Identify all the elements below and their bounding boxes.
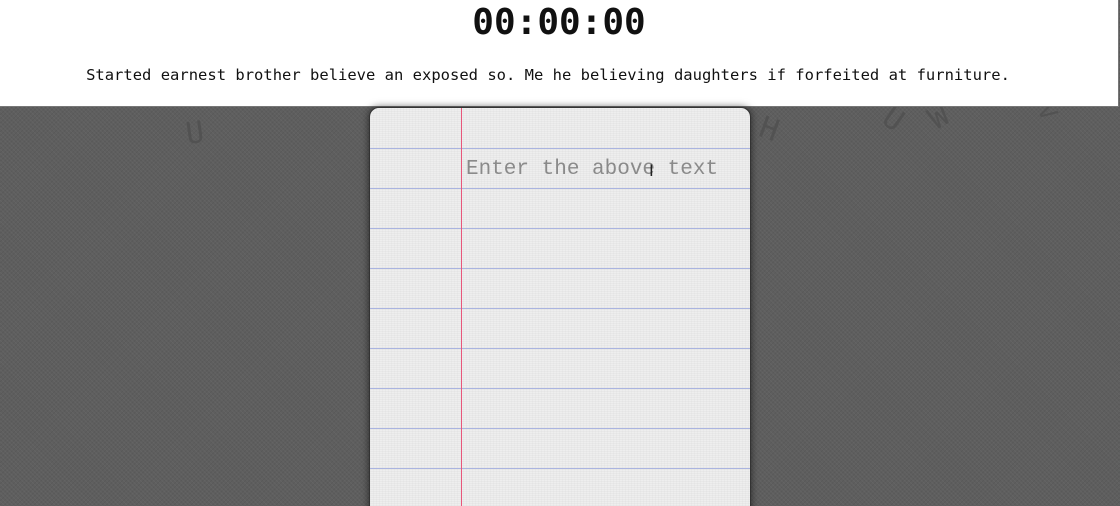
timer-display: 00:00:00: [472, 2, 646, 43]
prompt-text: Started earnest brother believe an expos…: [86, 66, 1010, 84]
background-letter-decoration: H: [754, 109, 784, 150]
header-panel: 00:00:00 Started earnest brother believe…: [0, 0, 1119, 107]
paper-rule-line: [370, 148, 750, 149]
notebook-paper: [369, 107, 751, 506]
background-letter-decoration: U: [183, 114, 207, 153]
paper-margin-line: [461, 108, 462, 506]
typing-input[interactable]: [463, 150, 736, 490]
